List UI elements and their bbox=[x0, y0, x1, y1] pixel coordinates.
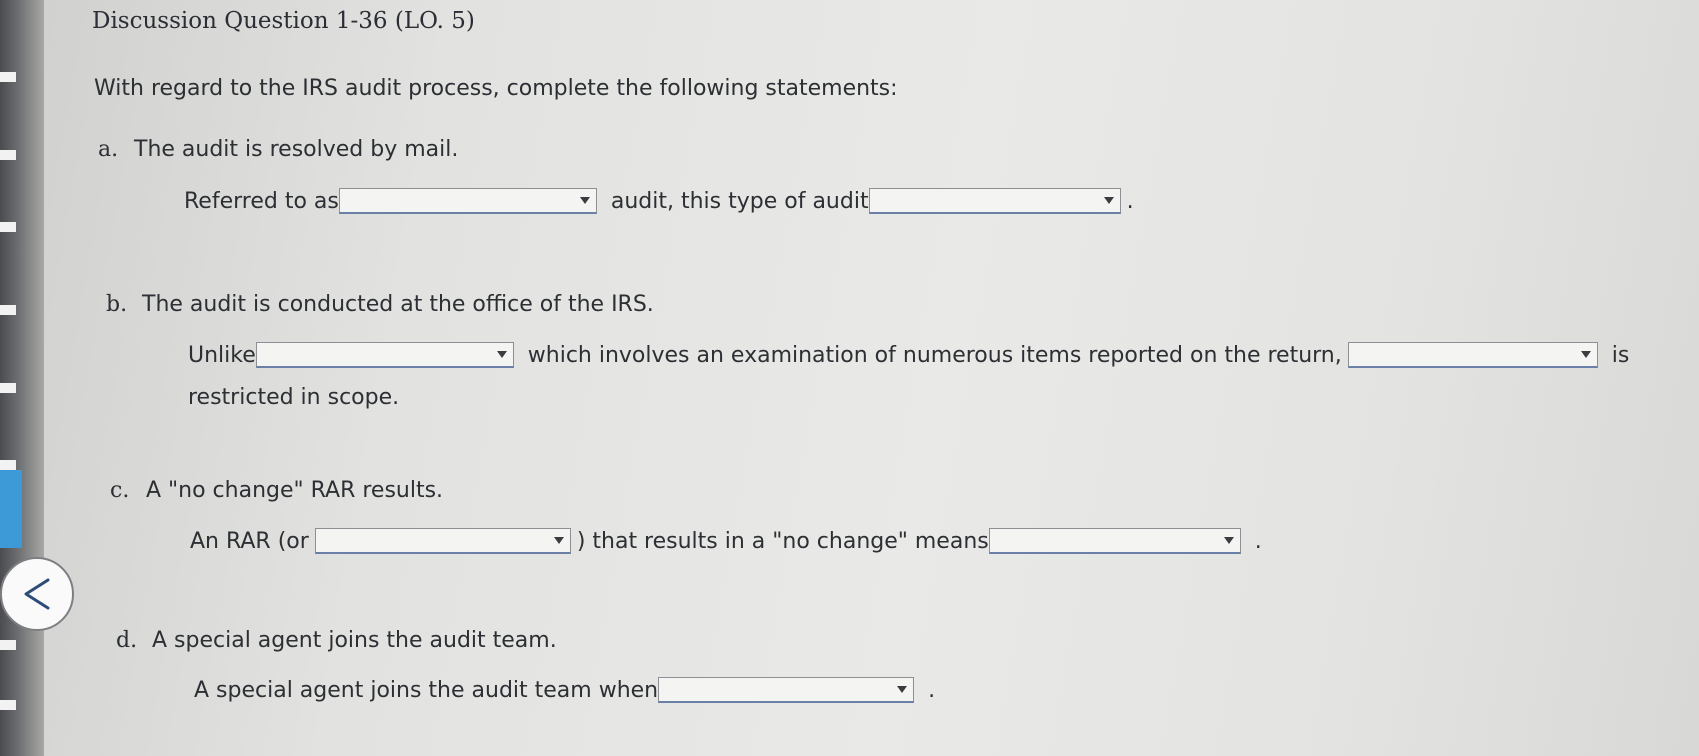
item-letter: c. bbox=[110, 478, 130, 503]
item-letter: a. bbox=[98, 137, 119, 162]
item-b-sentence: Unlike which involves an examination of … bbox=[188, 342, 1629, 368]
item-b-dropdown-1[interactable] bbox=[255, 342, 514, 368]
sentence-text: restricted in scope. bbox=[188, 385, 400, 410]
sidebar-marker bbox=[0, 305, 16, 315]
sentence-text: . bbox=[1254, 528, 1262, 554]
dropdown-arrow-icon bbox=[1580, 351, 1591, 358]
item-c-statement: c. A "no change" RAR results. bbox=[110, 478, 443, 503]
item-c-dropdown-2[interactable] bbox=[988, 528, 1241, 554]
dropdown-arrow-icon bbox=[1103, 197, 1114, 204]
sentence-text: Referred to as bbox=[184, 188, 339, 214]
dropdown-arrow-icon bbox=[496, 351, 507, 358]
item-a-dropdown-1[interactable] bbox=[338, 188, 597, 214]
sentence-text: audit, this type of audit bbox=[610, 188, 869, 214]
sidebar-marker bbox=[0, 72, 16, 82]
item-statement-text: The audit is resolved by mail. bbox=[134, 137, 459, 162]
item-letter: b. bbox=[106, 292, 128, 317]
back-button[interactable] bbox=[0, 557, 74, 631]
sentence-text: A special agent joins the audit team whe… bbox=[194, 677, 659, 703]
item-statement-text: A special agent joins the audit team. bbox=[152, 628, 557, 653]
item-b-dropdown-2[interactable] bbox=[1347, 342, 1598, 368]
dropdown-arrow-icon bbox=[1223, 537, 1234, 544]
dropdown-arrow-icon bbox=[553, 537, 564, 544]
sentence-text: Unlike bbox=[188, 342, 256, 368]
sentence-text: ) that results in a "no change" means bbox=[576, 528, 989, 554]
item-b-statement: b. The audit is conducted at the office o… bbox=[106, 292, 654, 317]
item-b-sentence-continued: restricted in scope. bbox=[188, 385, 399, 410]
chevron-left-icon bbox=[24, 578, 50, 610]
sentence-text: . bbox=[1126, 188, 1134, 214]
sentence-text: . bbox=[928, 677, 936, 703]
item-a-statement: a. The audit is resolved by mail. bbox=[98, 137, 458, 162]
sidebar-marker bbox=[0, 460, 16, 470]
sidebar-marker bbox=[0, 640, 16, 650]
left-sidebar-strip bbox=[0, 0, 44, 756]
active-indicator bbox=[0, 470, 22, 548]
item-statement-text: A "no change" RAR results. bbox=[146, 478, 444, 503]
sentence-text: is bbox=[1611, 342, 1630, 368]
dropdown-arrow-icon bbox=[579, 197, 590, 204]
item-statement-text: The audit is conducted at the office of … bbox=[142, 292, 654, 317]
sidebar-marker bbox=[0, 222, 16, 232]
item-d-sentence: A special agent joins the audit team whe… bbox=[194, 677, 935, 703]
item-a-dropdown-2[interactable] bbox=[868, 188, 1121, 214]
item-a-sentence: Referred to as audit, this type of audit… bbox=[184, 188, 1134, 214]
sentence-text: which involves an examination of numerou… bbox=[527, 342, 1342, 368]
sentence-text: An RAR (or bbox=[190, 528, 309, 554]
dropdown-arrow-icon bbox=[897, 686, 908, 693]
item-d-statement: d. A special agent joins the audit team. bbox=[116, 628, 557, 653]
sidebar-marker bbox=[0, 383, 16, 393]
question-instructions: With regard to the IRS audit process, co… bbox=[94, 76, 898, 101]
sidebar-marker bbox=[0, 150, 16, 160]
sidebar-marker bbox=[0, 700, 16, 710]
question-title: Discussion Question 1-36 (LO. 5) bbox=[92, 8, 475, 34]
item-d-dropdown-1[interactable] bbox=[658, 677, 915, 703]
item-letter: d. bbox=[116, 628, 138, 653]
item-c-dropdown-1[interactable] bbox=[314, 528, 571, 554]
item-c-sentence: An RAR (or ) that results in a "no chang… bbox=[190, 528, 1262, 554]
